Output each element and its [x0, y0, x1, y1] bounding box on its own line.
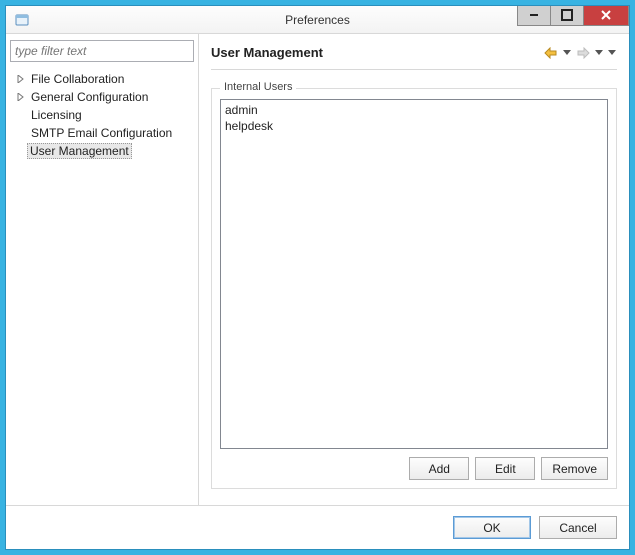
sidebar: File Collaboration General Configuration… — [6, 34, 198, 505]
arrow-right-icon — [576, 47, 590, 59]
edit-button[interactable]: Edit — [475, 457, 535, 480]
remove-button[interactable]: Remove — [541, 457, 608, 480]
dialog-footer: OK Cancel — [6, 505, 629, 549]
sidebar-item-user-management[interactable]: User Management — [14, 142, 194, 160]
preferences-tree: File Collaboration General Configuration… — [10, 66, 194, 499]
preferences-window: Preferences File Collaboration — [5, 5, 630, 550]
sidebar-item-label: File Collaboration — [30, 72, 125, 86]
body: File Collaboration General Configuration… — [6, 34, 629, 505]
back-menu[interactable] — [562, 49, 572, 57]
maximize-button[interactable] — [550, 6, 584, 26]
page-title: User Management — [211, 45, 323, 60]
sidebar-item-label: User Management — [27, 143, 132, 159]
minimize-button[interactable] — [517, 6, 551, 26]
sidebar-item-general-configuration[interactable]: General Configuration — [14, 88, 194, 106]
titlebar: Preferences — [6, 6, 629, 34]
page-header: User Management — [211, 42, 617, 70]
sidebar-item-licensing[interactable]: Licensing — [14, 106, 194, 124]
sidebar-item-label: General Configuration — [30, 90, 149, 104]
list-item[interactable]: admin — [225, 102, 603, 118]
groupbox-label: Internal Users — [220, 81, 296, 93]
list-item[interactable]: helpdesk — [225, 118, 603, 134]
chevron-down-icon — [595, 50, 603, 56]
page-menu[interactable] — [607, 49, 617, 57]
sidebar-item-file-collaboration[interactable]: File Collaboration — [14, 70, 194, 88]
chevron-down-icon — [563, 50, 571, 56]
main-panel: User Management — [198, 34, 629, 505]
back-button[interactable] — [543, 46, 559, 60]
sidebar-item-label: Licensing — [30, 108, 83, 122]
cancel-button[interactable]: Cancel — [539, 516, 617, 539]
window-controls — [518, 6, 629, 26]
filter-input[interactable] — [10, 40, 194, 62]
forward-menu[interactable] — [594, 49, 604, 57]
sidebar-item-smtp-email-configuration[interactable]: SMTP Email Configuration — [14, 124, 194, 142]
expand-icon[interactable] — [16, 92, 26, 102]
arrow-left-icon — [544, 47, 558, 59]
app-icon — [14, 12, 30, 28]
user-list[interactable]: admin helpdesk — [220, 99, 608, 449]
sidebar-item-label: SMTP Email Configuration — [30, 126, 173, 140]
page-nav — [543, 46, 617, 60]
internal-users-group: Internal Users admin helpdesk Add Edit R… — [211, 88, 617, 489]
forward-button[interactable] — [575, 46, 591, 60]
close-button[interactable] — [583, 6, 629, 26]
expand-icon[interactable] — [16, 74, 26, 84]
chevron-down-icon — [608, 50, 616, 56]
user-list-buttons: Add Edit Remove — [220, 457, 608, 480]
add-button[interactable]: Add — [409, 457, 469, 480]
ok-button[interactable]: OK — [453, 516, 531, 539]
